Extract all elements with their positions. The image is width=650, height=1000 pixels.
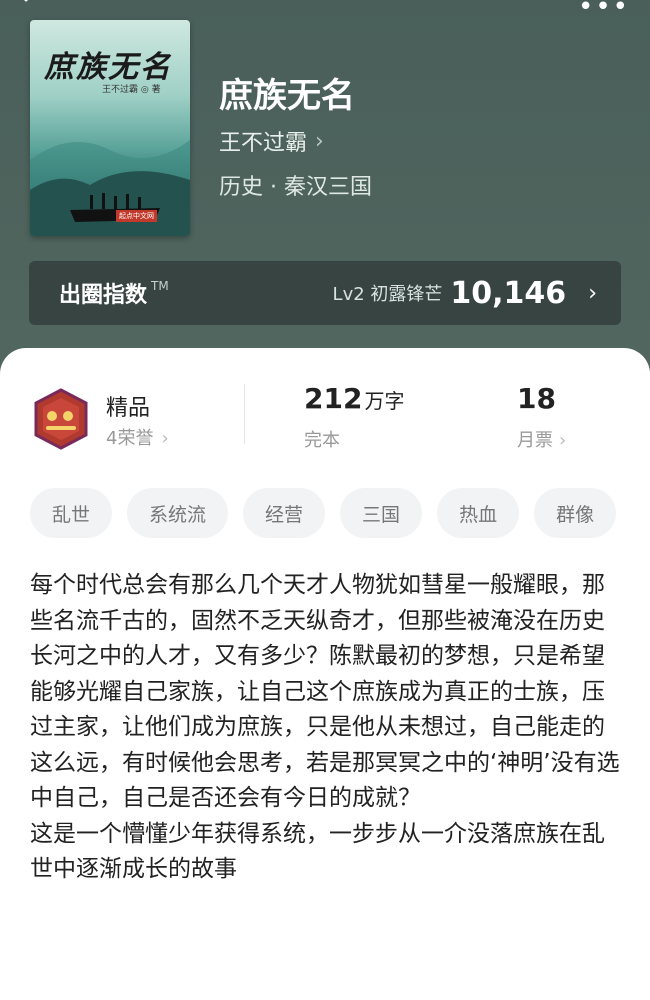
chevron-right-icon: › — [315, 128, 324, 154]
popularity-index-bar[interactable]: 出圈指数 TM Lv2 初露锋芒 10,146 › — [29, 261, 621, 325]
tag-chip[interactable]: 热血 — [437, 488, 520, 538]
book-cover[interactable]: 庶族无名 王不过霸 ◎ 著 起点中文网 — [30, 20, 190, 236]
trademark-mark: TM — [151, 279, 169, 293]
cover-title: 庶族无名 — [44, 50, 172, 85]
tag-chip[interactable]: 乱世 — [30, 488, 113, 538]
tag-list: 乱世 系统流 经营 三国 热血 群像 — [30, 488, 617, 538]
quality-label: 精品 — [106, 396, 151, 421]
top-bar: ••• — [0, 0, 650, 22]
book-description[interactable]: 每个时代总会有那么几个天才人物犹如彗星一般耀眼，那些名流千古的，固然不乏天纵奇才… — [30, 568, 620, 888]
book-title: 庶族无名 — [219, 76, 355, 116]
tag-chip[interactable]: 系统流 — [127, 488, 229, 538]
cover-artwork — [30, 140, 190, 236]
monthly-ticket-label: 月票 — [517, 430, 553, 451]
cover-publisher-logo: 起点中文网 — [116, 210, 157, 222]
tag-chip[interactable]: 经营 — [243, 488, 326, 538]
index-value: 10,146 — [450, 275, 567, 311]
author-name: 王不过霸 — [219, 131, 308, 156]
index-level: Lv2 初露锋芒 — [332, 284, 443, 305]
description-paragraph: 每个时代总会有那么几个天才人物犹如彗星一般耀眼，那些名流千古的，固然不乏天纵奇才… — [30, 572, 620, 811]
more-options-icon[interactable]: ••• — [578, 0, 630, 22]
index-label: 出圈指数 — [59, 283, 148, 308]
book-info-card: 精品 4荣誉 › 212 万字 完本 18 月票 › 乱世 系统流 经营 三国 热血 … — [0, 348, 650, 1000]
honors-link[interactable]: 4荣誉 › — [106, 424, 169, 450]
word-count: 212 万字 — [304, 382, 404, 415]
stats-row: 精品 4荣誉 › 212 万字 完本 18 月票 › — [0, 378, 650, 468]
chevron-right-icon: › — [588, 280, 597, 306]
tag-chip[interactable]: 群像 — [534, 488, 617, 538]
word-count-unit: 万字 — [364, 389, 405, 413]
tag-chip[interactable]: 三国 — [340, 488, 423, 538]
chevron-right-icon: › — [161, 428, 169, 449]
honors-count: 4荣誉 — [106, 428, 154, 449]
description-paragraph: 这是一个懵懂少年获得系统，一步步从一介没落庶族在乱世中逐渐成长的故事 — [30, 820, 605, 883]
completion-status: 完本 — [304, 430, 340, 451]
author-link[interactable]: 王不过霸 › — [219, 125, 324, 157]
monthly-ticket-link[interactable]: 月票 › — [517, 426, 566, 452]
back-arrow-icon[interactable] — [20, 0, 44, 12]
chevron-right-icon: › — [559, 430, 567, 451]
cover-author: 王不过霸 ◎ 著 — [102, 85, 161, 95]
book-category[interactable]: 历史 · 秦汉三国 — [219, 169, 372, 201]
monthly-ticket-count: 18 — [517, 382, 556, 415]
word-count-value: 212 — [304, 382, 363, 415]
premium-badge-icon[interactable] — [30, 388, 92, 450]
divider — [244, 384, 245, 444]
